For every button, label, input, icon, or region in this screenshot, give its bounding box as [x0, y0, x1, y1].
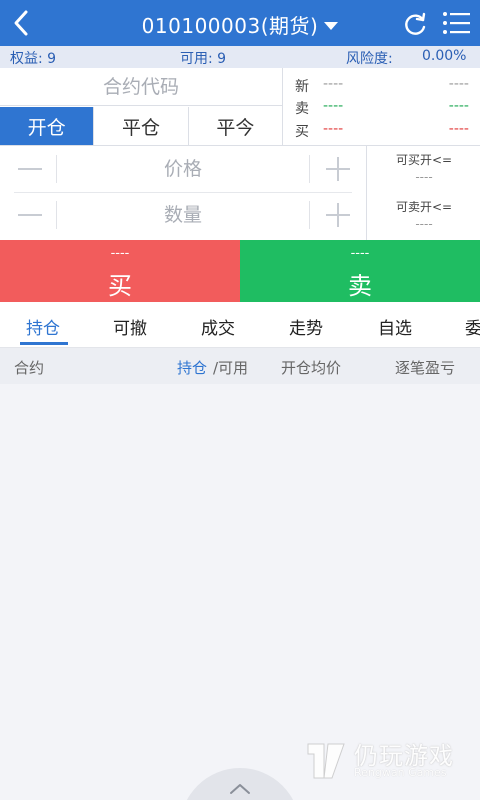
price-input[interactable]	[57, 151, 309, 187]
app-screen: 010100003(期货) 权益: 9 可用: 9 风险度: 0.00% 开仓 …	[0, 0, 480, 800]
buy-label: 买	[108, 272, 132, 300]
tab-positions[interactable]: 持仓	[26, 314, 60, 339]
quote-label-ask: 卖	[295, 101, 309, 117]
order-panel: 开仓 平仓 平今 新 ---- ---- 卖 ---- ---- 买 ---- …	[0, 68, 480, 240]
sell-price: ----	[350, 246, 370, 261]
tab-trades[interactable]: 成交	[201, 314, 235, 339]
quote-label-last: 新	[295, 79, 309, 95]
watermark-logo: 仍玩游戏 Rengwan Games	[304, 736, 474, 786]
tab-watchlist[interactable]: 自选	[378, 314, 412, 339]
can-sell-label: 可卖开<=	[395, 200, 453, 214]
tab-cancelable[interactable]: 可撤	[113, 314, 147, 339]
buy-button[interactable]: ---- 买	[0, 240, 240, 302]
quantity-plus-button[interactable]	[310, 197, 352, 233]
dropdown-caret-icon	[324, 22, 339, 30]
quote-row-ask: 卖 ---- ----	[283, 95, 480, 117]
equity-label: 权益: 9	[10, 51, 57, 67]
column-contract: 合约	[14, 359, 45, 377]
quote-ask-price: ----	[323, 98, 344, 114]
refresh-icon[interactable]	[402, 11, 428, 37]
tab-trend[interactable]: 走势	[289, 314, 323, 339]
quote-label-bid: 买	[295, 124, 309, 140]
watermark-logo-icon	[307, 743, 345, 779]
mode-tab-close[interactable]: 平仓	[94, 107, 189, 145]
can-buy-value: ----	[415, 170, 433, 184]
record-tabs: 持仓 可撤 成交 走势 自选 委	[0, 302, 480, 348]
positions-table-header: 合约 持仓 /可用 开仓均价 逐笔盈亏	[0, 348, 480, 384]
risk-value: 0.00%	[422, 48, 467, 64]
active-tab-indicator	[20, 342, 68, 345]
quote-bid-volume: ----	[448, 121, 469, 137]
available-label: 可用: 9	[180, 51, 227, 67]
page-title: 010100003(期货)	[141, 14, 319, 38]
column-available: /可用	[213, 359, 249, 377]
tab-orders[interactable]: 委	[465, 314, 480, 339]
quantity-input[interactable]	[57, 197, 309, 233]
quote-ask-volume: ----	[448, 98, 469, 114]
can-sell-value: ----	[415, 217, 433, 231]
mode-tab-open[interactable]: 开仓	[0, 107, 95, 145]
column-pnl: 逐笔盈亏	[395, 359, 456, 377]
list-menu-icon[interactable]	[442, 11, 470, 35]
divider	[14, 192, 352, 193]
contract-code-input[interactable]	[0, 68, 282, 106]
sell-label: 卖	[348, 272, 372, 300]
quote-row-last: 新 ---- ----	[283, 73, 480, 95]
pull-up-handle[interactable]	[180, 768, 300, 800]
sell-button[interactable]: ---- 卖	[240, 240, 480, 302]
can-buy-label: 可买开<=	[395, 153, 453, 167]
column-avg-open-price: 开仓均价	[281, 359, 342, 377]
risk-label: 风险度:	[346, 51, 393, 67]
price-minus-button[interactable]	[14, 151, 56, 187]
top-bar: 010100003(期货)	[0, 0, 480, 46]
buy-price: ----	[110, 246, 130, 261]
quantity-minus-button[interactable]	[14, 197, 56, 233]
quantity-stepper	[14, 197, 352, 233]
account-summary-bar: 权益: 9 可用: 9 风险度: 0.00%	[0, 46, 480, 68]
quote-last-price: ----	[323, 76, 344, 92]
price-plus-button[interactable]	[310, 151, 352, 187]
quote-last-volume: ----	[448, 76, 469, 92]
chevron-up-icon	[230, 784, 250, 794]
watermark-sub: Rengwan Games	[354, 766, 447, 779]
open-close-mode-tabs: 开仓 平仓 平今	[0, 107, 282, 145]
column-position: 持仓	[177, 359, 208, 377]
price-stepper	[14, 151, 352, 187]
available-volume-box: 可买开<= ---- 可卖开<= ----	[366, 146, 480, 240]
quote-box: 新 ---- ---- 卖 ---- ---- 买 ---- ----	[282, 68, 480, 145]
mode-tab-close-today[interactable]: 平今	[189, 107, 282, 145]
quote-row-bid: 买 ---- ----	[283, 118, 480, 140]
quote-bid-price: ----	[323, 121, 344, 137]
